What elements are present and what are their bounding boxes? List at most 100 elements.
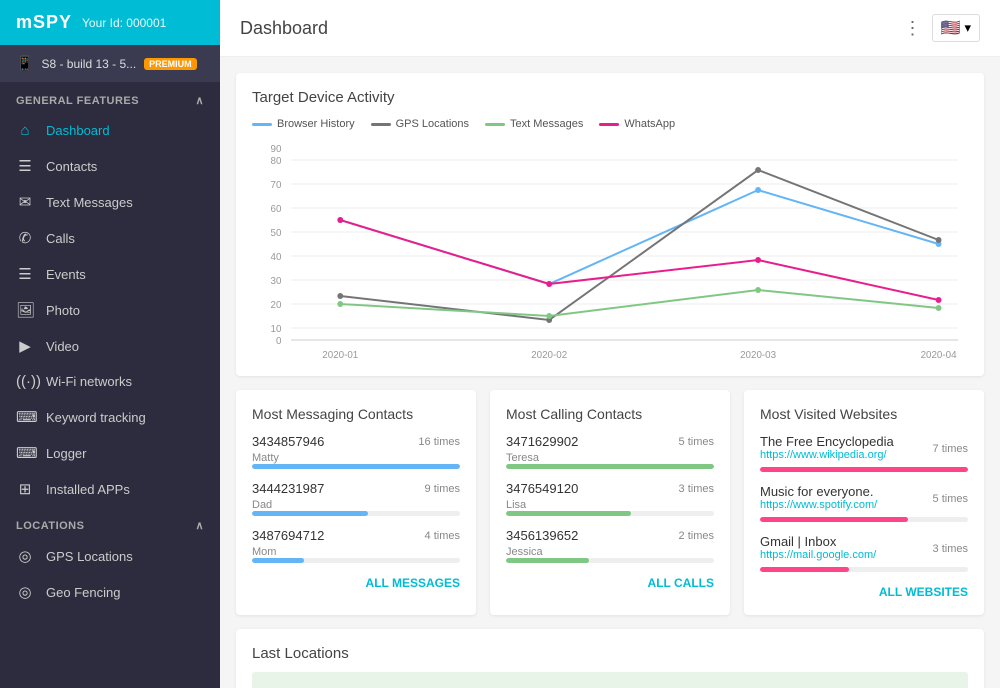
topbar-actions: ⋮ 🇺🇸 ▾ [904,14,980,42]
device-icon: 📱 [16,55,33,72]
sidebar-item-label: Geo Fencing [46,585,120,600]
stats-row: Most Messaging Contacts 3434857946 16 ti… [236,390,984,615]
sidebar-item-wifi[interactable]: ((·)) Wi-Fi networks [0,364,220,399]
svg-text:2020-01: 2020-01 [322,350,358,360]
progress-bar [760,467,968,472]
legend-browser: Browser History [252,118,355,130]
contact-number: 3444231987 [252,481,324,496]
progress-bar [252,558,460,563]
sidebar-item-gps[interactable]: ◎ GPS Locations [0,538,220,574]
device-name: S8 - build 13 - 5... [41,57,136,71]
sidebar-item-photo[interactable]: 🖼 Photo [0,292,220,328]
sidebar-item-label: Wi-Fi networks [46,374,132,389]
sidebar: mSPY Your Id: 000001 📱 S8 - build 13 - 5… [0,0,220,688]
sidebar-item-label: Installed APPs [46,482,130,497]
contact-item: 3476549120 3 times Lisa [506,481,714,516]
more-options-button[interactable]: ⋮ [904,18,922,39]
contact-number: 3487694712 [252,528,324,543]
progress-bar [506,464,714,469]
calling-card: Most Calling Contacts 3471629902 5 times… [490,390,730,615]
progress-bar [506,511,714,516]
websites-card: Most Visited Websites The Free Encyclope… [744,390,984,615]
svg-text:20: 20 [271,300,282,311]
svg-text:2020-04: 2020-04 [921,350,957,360]
website-url[interactable]: https://www.wikipedia.org/ [760,449,894,461]
sidebar-item-installed-apps[interactable]: ⊞ Installed APPs [0,471,220,507]
messaging-card: Most Messaging Contacts 3434857946 16 ti… [236,390,476,615]
website-url[interactable]: https://www.spotify.com/ [760,499,877,511]
sidebar-item-label: Events [46,267,86,282]
map-placeholder [252,672,968,688]
contact-times: 2 times [679,530,714,542]
sidebar-item-label: GPS Locations [46,549,133,564]
locations-section-title: LOCATIONS ∧ [0,507,220,538]
chart-legend: Browser History GPS Locations Text Messa… [252,118,968,130]
all-websites-link[interactable]: ALL WEBSITES [760,584,968,599]
sidebar-item-dashboard[interactable]: ⌂ Dashboard [0,113,220,148]
contact-name: Jessica [506,546,714,558]
contact-times: 5 times [679,436,714,448]
sidebar-item-label: Dashboard [46,123,110,138]
topbar: Dashboard ⋮ 🇺🇸 ▾ [220,0,1000,57]
sidebar-item-contacts[interactable]: ☰ Contacts [0,148,220,184]
contact-number: 3471629902 [506,434,578,449]
svg-text:60: 60 [271,204,282,215]
svg-text:40: 40 [271,252,282,263]
sidebar-item-label: Video [46,339,79,354]
sidebar-header: mSPY Your Id: 000001 [0,0,220,45]
website-item: Gmail | Inbox https://mail.google.com/ 3… [760,534,968,572]
language-selector[interactable]: 🇺🇸 ▾ [932,14,980,42]
contact-name: Mom [252,546,460,558]
all-messages-link[interactable]: ALL MESSAGES [252,575,460,590]
geo-icon: ◎ [16,583,34,601]
sidebar-item-calls[interactable]: ✆ Calls [0,220,220,256]
websites-title: Most Visited Websites [760,406,968,422]
contact-name: Dad [252,499,460,511]
website-url[interactable]: https://mail.google.com/ [760,549,876,561]
messages-icon: ✉ [16,193,34,211]
flag-icon: 🇺🇸 [941,18,961,38]
svg-text:90: 90 [271,144,282,155]
all-calls-link[interactable]: ALL CALLS [506,575,714,590]
website-count: 3 times [933,543,968,555]
line-chart: 0 10 20 30 40 50 60 70 80 90 2020-01 202… [252,140,968,360]
home-icon: ⌂ [16,122,34,139]
sidebar-item-events[interactable]: ☰ Events [0,256,220,292]
progress-bar [252,464,460,469]
messaging-title: Most Messaging Contacts [252,406,460,422]
gps-icon: ◎ [16,547,34,565]
svg-text:50: 50 [271,228,282,239]
contact-item: 3487694712 4 times Mom [252,528,460,563]
svg-text:30: 30 [271,276,282,287]
sidebar-item-keyword[interactable]: ⌨ Keyword tracking [0,399,220,435]
calling-title: Most Calling Contacts [506,406,714,422]
page-title: Dashboard [240,18,328,39]
contact-times: 4 times [425,530,460,542]
dashboard-content: Target Device Activity Browser History G… [220,57,1000,688]
general-section-title: GENERAL FEATURES ∧ [0,82,220,113]
contact-times: 9 times [425,483,460,495]
contact-name: Lisa [506,499,714,511]
progress-bar [252,511,460,516]
legend-text: Text Messages [485,118,583,130]
sidebar-item-label: Keyword tracking [46,410,146,425]
legend-whatsapp: WhatsApp [599,118,675,130]
website-name: The Free Encyclopedia [760,434,894,449]
progress-bar [760,567,968,572]
sidebar-item-text-messages[interactable]: ✉ Text Messages [0,184,220,220]
contact-item: 3434857946 16 times Matty [252,434,460,469]
photo-icon: 🖼 [16,301,34,319]
svg-text:0: 0 [276,336,282,347]
progress-bar [506,558,714,563]
website-count: 7 times [933,443,968,455]
premium-badge: PREMIUM [144,58,197,70]
contact-number: 3456139652 [506,528,578,543]
sidebar-item-geo[interactable]: ◎ Geo Fencing [0,574,220,610]
sidebar-item-logger[interactable]: ⌨ Logger [0,435,220,471]
sidebar-item-video[interactable]: ▶ Video [0,328,220,364]
website-item: Music for everyone. https://www.spotify.… [760,484,968,522]
svg-text:2020-03: 2020-03 [740,350,776,360]
contact-times: 3 times [679,483,714,495]
device-bar: 📱 S8 - build 13 - 5... PREMIUM [0,45,220,82]
sidebar-item-label: Logger [46,446,86,461]
